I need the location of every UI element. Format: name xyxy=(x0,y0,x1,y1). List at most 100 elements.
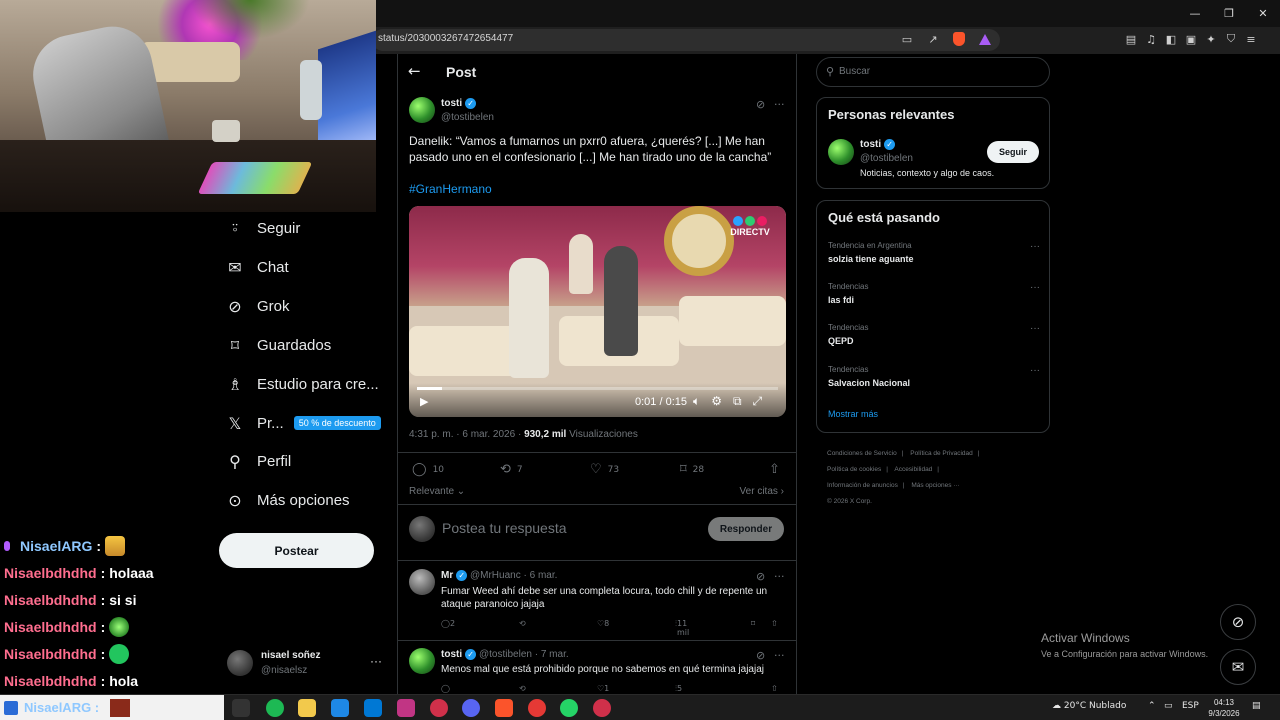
store-icon[interactable] xyxy=(331,699,349,717)
reply-author[interactable]: tosti ✓ xyxy=(441,649,477,660)
views-button[interactable]: ⫶ 11 mil xyxy=(675,619,689,637)
reply-submit-button[interactable]: Responder xyxy=(708,517,784,541)
reply-button[interactable]: ◯ 2 xyxy=(441,619,455,628)
share-icon[interactable]: ⇧ xyxy=(771,684,778,693)
nav-item-profile[interactable]: ⚲ Perfil xyxy=(225,447,291,475)
bookmark-button[interactable]: ⌑ 28 xyxy=(680,462,704,477)
settings-gear-icon[interactable]: ⚙ xyxy=(711,394,722,409)
grok-icon[interactable]: ⊘ xyxy=(756,570,765,583)
weather-widget[interactable]: ☁ 20°C Nublado xyxy=(1052,701,1126,711)
address-bar[interactable]: status/2030003267472654477 ▭ ↗ xyxy=(372,29,1000,51)
messages-fab-button[interactable]: ✉ xyxy=(1220,649,1256,685)
nav-item-chat[interactable]: ✉ Chat xyxy=(225,253,288,281)
vpn-shield-icon[interactable]: ⛉ xyxy=(1224,32,1238,46)
fullscreen-icon[interactable]: ⤢ xyxy=(753,394,763,409)
nav-item-studio[interactable]: ♗ Estudio para cre... xyxy=(225,370,379,398)
account-switcher[interactable]: nisael soñez @nisaelsz ··· xyxy=(225,648,385,680)
trend-item[interactable]: Tendencias Salvacion Nacional ··· xyxy=(828,365,1040,395)
file-explorer-icon[interactable] xyxy=(298,699,316,717)
language-indicator[interactable]: ESP xyxy=(1182,701,1199,711)
more-options-icon[interactable]: ··· xyxy=(774,98,785,111)
trend-item[interactable]: Tendencias QEPD ··· xyxy=(828,323,1040,353)
reply-avatar[interactable] xyxy=(409,569,435,595)
nav-item-more[interactable]: ⊙ Más opciones xyxy=(225,486,349,514)
taskbar-search[interactable]: NisaelARG : xyxy=(0,695,224,720)
close-button[interactable]: ✕ xyxy=(1246,0,1280,27)
minimize-button[interactable]: — xyxy=(1178,0,1212,27)
menu-icon[interactable]: ≡ xyxy=(1244,32,1258,46)
repost-icon[interactable]: ⟲ xyxy=(519,684,526,693)
volume-icon[interactable]: 🔈︎ xyxy=(693,394,700,409)
more-options-icon[interactable]: ··· xyxy=(774,570,785,583)
outlook-icon[interactable] xyxy=(364,699,382,717)
reply-button[interactable]: ◯ 10 xyxy=(412,462,444,477)
trend-item[interactable]: Tendencia en Argentina solzia tiene agua… xyxy=(828,241,1040,271)
footer-link[interactable]: Política de cookies xyxy=(827,466,881,473)
sort-dropdown[interactable]: Relevante ⌄ xyxy=(409,486,465,497)
more-options-icon[interactable]: ··· xyxy=(1030,282,1040,293)
ai-sparkle-icon[interactable]: ✦ xyxy=(1204,32,1218,46)
more-options-icon[interactable]: ··· xyxy=(1030,323,1040,334)
more-icon[interactable]: ··· xyxy=(370,654,382,668)
picture-in-picture-icon[interactable]: ⧉ xyxy=(733,394,742,409)
windows-start-icon[interactable] xyxy=(4,701,18,715)
spotify-icon[interactable] xyxy=(266,699,284,717)
search-bar[interactable]: ⚲ Buscar xyxy=(816,57,1050,87)
tray-chevron-icon[interactable]: ⌃ xyxy=(1148,701,1156,711)
network-icon[interactable]: ▭ xyxy=(1164,701,1173,711)
footer-link[interactable]: Información de anuncios xyxy=(827,482,898,489)
brave-rewards-icon[interactable] xyxy=(978,32,992,46)
instagram-icon[interactable] xyxy=(397,699,415,717)
nav-item-grok[interactable]: ⊘ Grok xyxy=(225,292,289,320)
author-name[interactable]: tosti ✓ xyxy=(441,98,477,109)
reply-avatar[interactable] xyxy=(409,648,435,674)
reader-mode-icon[interactable]: ▤ xyxy=(1124,32,1138,46)
follow-button[interactable]: Seguir xyxy=(987,141,1039,163)
nav-item-premium[interactable]: 𝕏 Pr... 50 % de descuento xyxy=(225,409,381,437)
maximize-button[interactable]: ❐ xyxy=(1212,0,1246,27)
taskbar-clock[interactable]: 04:13 9/3/2026 xyxy=(1204,697,1244,719)
sidebar-icon[interactable]: ◧ xyxy=(1164,32,1178,46)
video-player[interactable]: DIRECTV ▶ 0:01 / 0:15 🔈︎ ⚙ ⧉ ⤢ xyxy=(409,206,786,417)
hashtag-link[interactable]: #GranHermano xyxy=(409,182,492,196)
footer-link[interactable]: Más opciones ··· xyxy=(911,482,959,489)
task-view-icon[interactable] xyxy=(232,699,250,717)
share-button[interactable]: ⇧ xyxy=(769,462,786,477)
nav-item-bookmarks[interactable]: ⌑ Guardados xyxy=(225,331,331,359)
grok-fab-button[interactable]: ⊘ xyxy=(1220,604,1256,640)
repost-button[interactable]: ⟲ 7 xyxy=(500,462,523,477)
more-options-icon[interactable]: ··· xyxy=(774,649,785,662)
author-avatar[interactable] xyxy=(409,97,435,123)
trend-item[interactable]: Tendencias las fdi ··· xyxy=(828,282,1040,312)
reply-icon[interactable]: ◯ xyxy=(441,684,450,693)
author-handle[interactable]: @tostibelen xyxy=(441,112,494,123)
wallet-icon[interactable]: ▣ xyxy=(1184,32,1198,46)
like-button[interactable]: ♡ 73 xyxy=(590,462,619,477)
view-quotes-link[interactable]: Ver citas › xyxy=(740,486,784,497)
app-icon[interactable] xyxy=(528,699,546,717)
more-options-icon[interactable]: ··· xyxy=(1030,365,1040,376)
opera-icon[interactable] xyxy=(430,699,448,717)
play-icon[interactable]: ▶ xyxy=(420,395,428,408)
avatar[interactable] xyxy=(828,139,854,165)
share-icon[interactable]: ↗ xyxy=(926,32,940,46)
post-timestamp[interactable]: 4:31 p. m. · 6 mar. 2026 · xyxy=(409,429,524,440)
footer-link[interactable]: Política de Privacidad xyxy=(910,450,973,457)
grok-icon[interactable]: ⊘ xyxy=(756,649,765,662)
footer-link[interactable]: Accesibilidad xyxy=(894,466,932,473)
brave-icon[interactable] xyxy=(495,699,513,717)
video-progress-bar[interactable] xyxy=(417,387,778,390)
nav-item-follow[interactable]: ⍤ Seguir xyxy=(225,214,300,242)
post-button[interactable]: Postear xyxy=(219,533,374,568)
grok-icon[interactable]: ⊘ xyxy=(756,98,765,111)
whatsapp-icon[interactable] xyxy=(560,699,578,717)
music-icon[interactable]: ♫ xyxy=(1144,32,1158,46)
views-button[interactable]: ⫶ 5 mil xyxy=(675,684,689,694)
search-input[interactable]: Buscar xyxy=(839,66,870,77)
bookmark-icon[interactable]: ⌑ xyxy=(751,619,755,628)
person-name[interactable]: tosti ✓ xyxy=(860,139,896,150)
show-more-link[interactable]: Mostrar más xyxy=(828,409,878,419)
back-arrow-icon[interactable]: ← xyxy=(408,62,421,80)
share-icon[interactable]: ⇧ xyxy=(771,619,778,628)
url-text[interactable]: status/2030003267472654477 xyxy=(378,33,513,44)
